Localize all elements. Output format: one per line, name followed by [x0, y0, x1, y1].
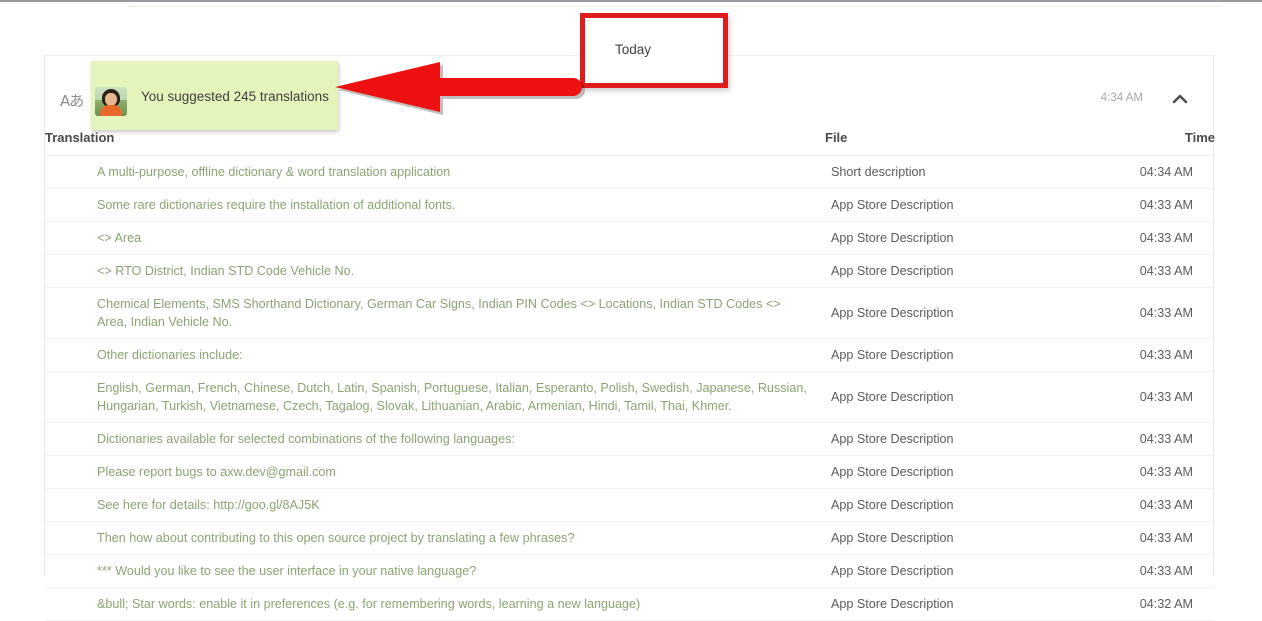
chevron-up-icon[interactable]: [1169, 88, 1191, 110]
cell-file: App Store Description: [831, 564, 954, 578]
cell-file: App Store Description: [831, 465, 954, 479]
column-header-time[interactable]: Time: [1053, 128, 1215, 156]
cell-file: App Store Description: [831, 597, 954, 611]
cell-translation[interactable]: &bull; Star words: enable it in preferen…: [45, 588, 825, 621]
cell-time: 04:33 AM: [1139, 348, 1193, 362]
table-row[interactable]: A multi-purpose, offline dictionary & wo…: [45, 156, 1215, 189]
table-row[interactable]: Please report bugs to axw.dev@gmail.com A…: [45, 456, 1215, 489]
cell-file: App Store Description: [831, 231, 954, 245]
cell-time: 04:33 AM: [1139, 465, 1193, 479]
cell-file: App Store Description: [831, 390, 954, 404]
cell-file: App Store Description: [831, 432, 954, 446]
cell-time: 04:33 AM: [1139, 306, 1193, 320]
cell-file: Short description: [831, 165, 926, 179]
table-row[interactable]: English, German, French, Chinese, Dutch,…: [45, 372, 1215, 423]
avatar: [95, 87, 127, 116]
cell-time: 04:32 AM: [1139, 597, 1193, 611]
cell-file: App Store Description: [831, 531, 954, 545]
activity-headline: You suggested 245 translations: [141, 89, 329, 104]
cell-time: 04:33 AM: [1139, 531, 1193, 545]
cell-translation[interactable]: Please report bugs to axw.dev@gmail.com: [45, 456, 825, 489]
today-callout-box: Today: [580, 13, 728, 88]
table-row[interactable]: *** Would you like to see the user inter…: [45, 555, 1215, 588]
table-row[interactable]: Dictionaries available for selected comb…: [45, 423, 1215, 456]
cell-file: App Store Description: [831, 348, 954, 362]
cell-translation[interactable]: Other dictionaries include:: [45, 339, 825, 372]
today-label: Today: [615, 42, 652, 57]
activity-timestamp: 4:34 AM: [1100, 92, 1143, 104]
cell-translation[interactable]: <> Area: [45, 222, 825, 255]
cell-time: 04:34 AM: [1139, 165, 1193, 179]
table-row[interactable]: <> Area App Store Description 04:33 AM: [45, 222, 1215, 255]
cell-file: App Store Description: [831, 198, 954, 212]
column-header-file[interactable]: File: [825, 128, 1053, 156]
table-row[interactable]: &bull; Star words: enable it in preferen…: [45, 588, 1215, 621]
cell-time: 04:33 AM: [1139, 264, 1193, 278]
translations-table: Translation File Time A multi-purpose, o…: [45, 128, 1215, 621]
cell-translation[interactable]: Then how about contributing to this open…: [45, 522, 825, 555]
cell-time: 04:33 AM: [1139, 564, 1193, 578]
cell-file: App Store Description: [831, 264, 954, 278]
cell-time: 04:33 AM: [1139, 432, 1193, 446]
table-row[interactable]: Some rare dictionaries require the insta…: [45, 189, 1215, 222]
cell-time: 04:33 AM: [1139, 198, 1193, 212]
translation-activity-card: Aあ You suggested 245 translations 4:34 A…: [44, 55, 1215, 621]
translate-icon[interactable]: Aあ: [60, 90, 90, 112]
cell-translation[interactable]: *** Would you like to see the user inter…: [45, 555, 825, 588]
column-header-translation[interactable]: Translation: [45, 128, 825, 156]
cell-translation[interactable]: <> RTO District, Indian STD Code Vehicle…: [45, 255, 825, 288]
viewport-top-rule-soft: [130, 6, 1220, 7]
cell-file: App Store Description: [831, 498, 954, 512]
cell-translation[interactable]: Some rare dictionaries require the insta…: [45, 189, 825, 222]
table-header-row: Translation File Time: [45, 128, 1215, 156]
cell-time: 04:33 AM: [1139, 390, 1193, 404]
table-row[interactable]: Chemical Elements, SMS Shorthand Diction…: [45, 288, 1215, 339]
table-header: Translation File Time: [45, 128, 1215, 156]
cell-file: App Store Description: [831, 306, 954, 320]
cell-translation[interactable]: A multi-purpose, offline dictionary & wo…: [45, 156, 825, 189]
cell-translation[interactable]: See here for details: http://goo.gl/8AJ5…: [45, 489, 825, 522]
table-row[interactable]: Other dictionaries include: App Store Des…: [45, 339, 1215, 372]
avatar-body: [100, 105, 122, 116]
cell-translation[interactable]: Chemical Elements, SMS Shorthand Diction…: [45, 288, 825, 339]
cell-time: 04:33 AM: [1139, 498, 1193, 512]
table-row[interactable]: See here for details: http://goo.gl/8AJ5…: [45, 489, 1215, 522]
viewport-top-rule: [0, 0, 1262, 2]
table-row[interactable]: Then how about contributing to this open…: [45, 522, 1215, 555]
cell-translation[interactable]: English, German, French, Chinese, Dutch,…: [45, 372, 825, 423]
table-row[interactable]: <> RTO District, Indian STD Code Vehicle…: [45, 255, 1215, 288]
cell-time: 04:33 AM: [1139, 231, 1193, 245]
cell-translation[interactable]: Dictionaries available for selected comb…: [45, 423, 825, 456]
